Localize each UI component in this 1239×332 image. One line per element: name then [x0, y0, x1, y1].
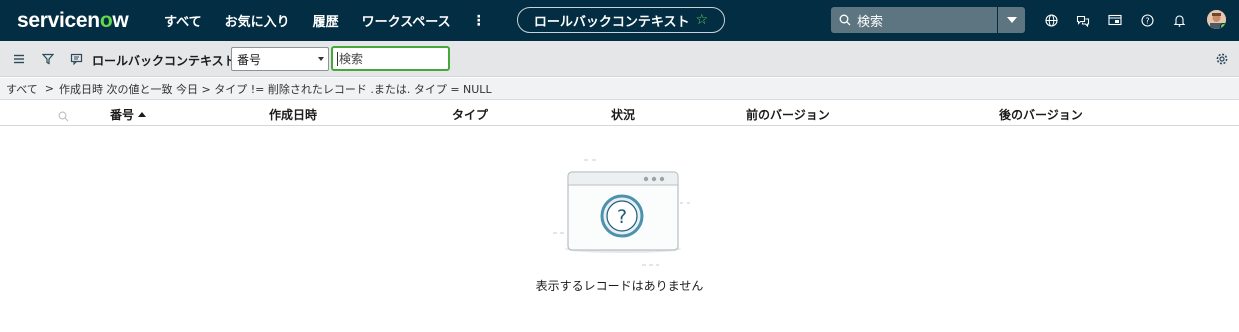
filter-icon[interactable] — [40, 51, 56, 67]
list-toolbar: ロールバックコンテキスト 番号 検索 — [0, 41, 1239, 77]
globe-icon[interactable] — [1043, 13, 1059, 29]
column-before-version[interactable]: 前のバージョン — [746, 106, 830, 123]
text-cursor — [337, 51, 338, 66]
column-number[interactable]: 番号 — [110, 106, 147, 123]
nav-more-icon[interactable]: ⋮ — [472, 13, 486, 29]
column-state[interactable]: 状況 — [611, 106, 635, 123]
search-field-value: 番号 — [237, 52, 262, 67]
search-icon — [839, 14, 851, 26]
list-search-input[interactable]: 検索 — [331, 46, 450, 71]
list-title[interactable]: ロールバックコンテキスト — [92, 52, 236, 69]
chevron-down-icon — [1006, 17, 1017, 23]
screen-icon[interactable] — [1107, 13, 1123, 29]
svg-text:?: ? — [1145, 17, 1149, 26]
breadcrumb-root[interactable]: すべて — [6, 81, 38, 97]
column-type[interactable]: タイプ — [452, 106, 488, 123]
search-scope-dropdown[interactable] — [997, 7, 1025, 33]
nav-history[interactable]: 履歴 — [313, 11, 339, 30]
column-after-version[interactable]: 後のバージョン — [999, 106, 1083, 123]
nav-all[interactable]: すべて — [164, 11, 202, 30]
global-search-input[interactable]: 検索 — [831, 7, 997, 33]
context-title: ロールバックコンテキスト — [533, 14, 690, 30]
context-title-pill[interactable]: ロールバックコンテキスト ☆ — [517, 7, 725, 33]
top-navigation: servicenow すべて お気に入り 履歴 ワークスペース ⋮ ロールバック… — [0, 0, 1239, 41]
nav-icon-group: ? — [1043, 0, 1203, 41]
hamburger-menu-icon[interactable] — [11, 51, 27, 67]
empty-state-message: 表示するレコードはありません — [535, 279, 704, 293]
chat-icon[interactable] — [1075, 13, 1091, 29]
online-status-dot — [1220, 23, 1226, 29]
column-search-icon[interactable] — [58, 107, 69, 126]
svg-text:?: ? — [617, 206, 627, 228]
bell-icon[interactable] — [1171, 13, 1187, 29]
list-comment-icon[interactable] — [68, 51, 84, 67]
column-created[interactable]: 作成日時 — [269, 106, 317, 123]
filter-breadcrumb: すべて > 作成日時 次の値と一致 今日 > タイプ != 削除されたレコード … — [0, 78, 1239, 100]
nav-workspaces[interactable]: ワークスペース — [362, 11, 451, 30]
table-column-header: 番号 作成日時 タイプ 状況 前のバージョン 後のバージョン — [0, 101, 1239, 126]
breadcrumb-condition[interactable]: 作成日時 次の値と一致 今日 > タイプ != 削除されたレコード .または. … — [59, 81, 492, 97]
select-caret-icon — [318, 57, 324, 61]
nav-menu: すべて お気に入り 履歴 ワークスペース ⋮ — [164, 0, 486, 41]
empty-state-illustration: ? — [553, 159, 690, 266]
help-icon[interactable]: ? — [1139, 13, 1155, 29]
list-search-placeholder: 検索 — [339, 52, 364, 66]
breadcrumb-separator: > — [44, 82, 55, 95]
servicenow-logo[interactable]: servicenow — [17, 9, 129, 33]
settings-gear-icon[interactable] — [1215, 51, 1229, 70]
favorite-star-icon[interactable]: ☆ — [696, 12, 709, 28]
global-search-label: 検索 — [857, 14, 884, 30]
user-avatar[interactable] — [1207, 10, 1226, 29]
search-field-select[interactable]: 番号 — [231, 47, 329, 71]
nav-favorites[interactable]: お気に入り — [225, 11, 290, 30]
sort-ascending-icon — [138, 112, 147, 117]
